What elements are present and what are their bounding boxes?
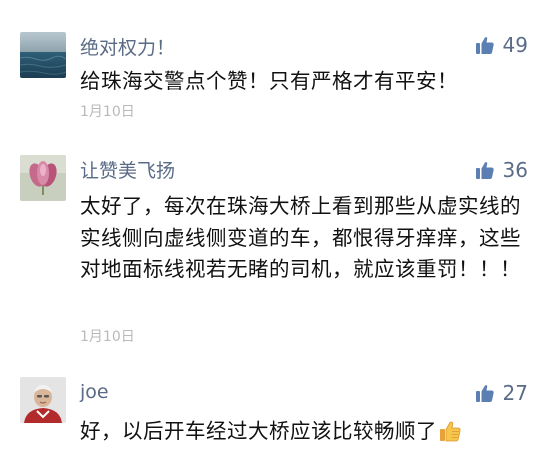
comment-text-content: 好，以后开车经过大桥应该比较畅顺了 [80,419,437,443]
comment-username[interactable]: joe [80,381,109,403]
flower-avatar-icon [20,155,66,201]
thumbs-up-icon [475,37,494,54]
like-button[interactable]: 27 [475,383,528,403]
thumbs-up-icon [475,385,494,402]
comment-text: 太好了，每次在珠海大桥上看到那些从虚实线的实线侧向虚线侧变道的车，都恨得牙痒痒，… [80,194,521,281]
avatar[interactable] [20,155,66,201]
like-count: 27 [502,381,528,405]
comment-username[interactable]: 让赞美飞扬 [80,156,175,183]
comment-item: 让赞美飞扬 36 太好了，每次在珠海大桥上看到那些从虚实线的实线侧向虚线侧变道的… [0,130,550,350]
ocean-avatar-icon [20,32,66,78]
like-button[interactable]: 49 [475,35,528,55]
comment-text: 好，以后开车经过大桥应该比较畅顺了 [80,416,520,448]
like-count: 36 [502,158,528,182]
like-button[interactable]: 36 [475,160,528,180]
comment-username[interactable]: 绝对权力！ [80,33,175,60]
thumbs-up-emoji-icon [440,421,461,442]
thumbs-up-icon [475,162,494,179]
comment-date: 1月10日 [80,329,135,345]
comment-date: 1月10日 [80,104,135,120]
like-count: 49 [502,33,528,57]
person-avatar-icon [20,377,66,423]
comment-text: 给珠海交警点个赞！只有严格才有平安！ [80,69,458,93]
avatar[interactable] [20,32,66,78]
comment-item: 绝对权力！ 49 给珠海交警点个赞！只有严格才有平安！ 1月10日 [0,0,550,130]
comment-item: joe 27 好，以后开车经过大桥应该比较畅顺了 [0,350,550,450]
avatar[interactable] [20,377,66,423]
